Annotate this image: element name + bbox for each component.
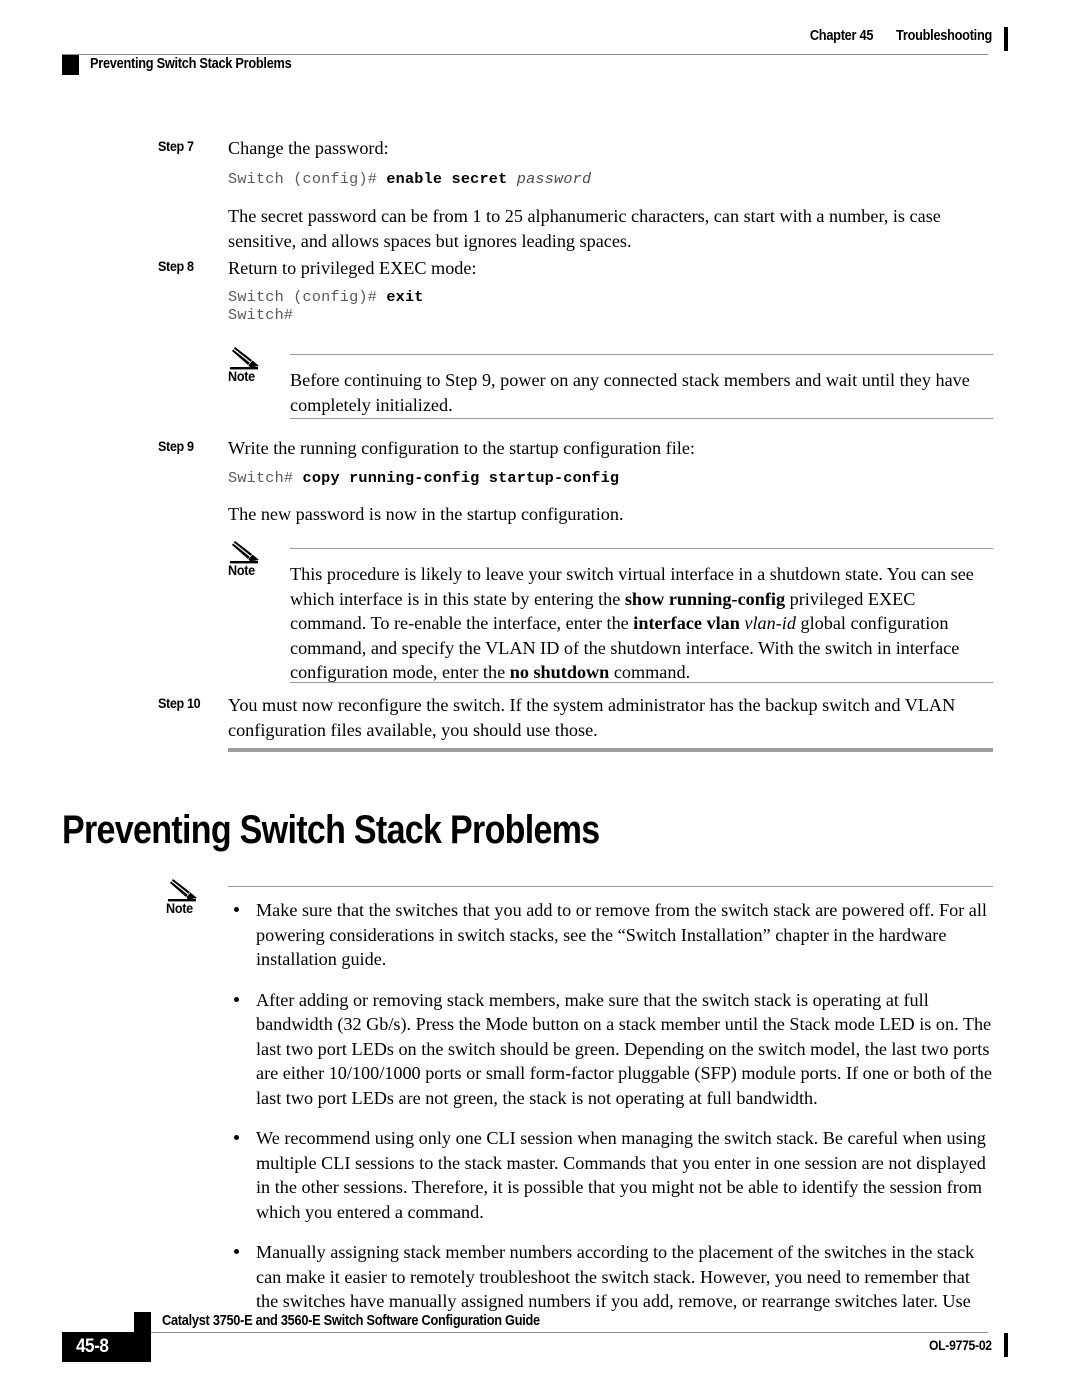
note-text-1: Before continuing to Step 9, power on an… — [290, 370, 970, 415]
code-command: exit — [386, 288, 424, 306]
bullet-dot-icon — [234, 1249, 239, 1254]
step-8-code-line-2: Switch# — [228, 306, 294, 324]
code-argument: password — [516, 170, 592, 188]
code-command: enable secret — [386, 170, 517, 188]
header-chapter: Chapter 45 — [809, 28, 874, 44]
note2-bold-no-shutdown: no shutdown — [509, 662, 610, 682]
footer-doc-number: OL-9775-02 — [929, 1338, 992, 1353]
step-7-code: Switch (config)# enable secret password — [228, 169, 591, 190]
document-page: Chapter 45 Troubleshooting Preventing Swi… — [0, 0, 1080, 1397]
step-8-text: Return to privileged EXEC mode: — [228, 258, 477, 278]
step-7-text: Change the password: — [228, 138, 389, 158]
footer-divider — [92, 1332, 988, 1333]
bullet-dot-icon — [234, 907, 239, 912]
note-bottom-divider-2 — [290, 682, 993, 683]
note-label-1: Note — [228, 368, 255, 384]
header-divider — [62, 54, 988, 55]
header-edge-tick — [1004, 27, 1008, 51]
note-bullet-list-3: Make sure that the switches that you add… — [228, 898, 993, 1314]
bullet-dot-icon — [234, 1135, 239, 1140]
step-7-explanation: The secret password can be from 1 to 25 … — [228, 206, 941, 251]
page-header: Chapter 45 Troubleshooting Preventing Swi… — [0, 27, 1080, 78]
list-item: Make sure that the switches that you add… — [228, 898, 993, 972]
note2-bold-show-running-config: show running-config — [624, 588, 786, 609]
note-label-2: Note — [228, 562, 255, 578]
page-footer: Catalyst 3750-E and 3560-E Switch Softwa… — [0, 1300, 1080, 1370]
note-top-divider-1 — [290, 354, 993, 355]
list-item-text: We recommend using only one CLI session … — [256, 1128, 986, 1222]
note-top-divider-2 — [290, 548, 993, 549]
list-item: After adding or removing stack members, … — [228, 988, 993, 1111]
footer-guide-title: Catalyst 3750-E and 3560-E Switch Softwa… — [162, 1313, 540, 1329]
note-text-2: This procedure is likely to leave your s… — [290, 562, 993, 685]
step-10-label: Step 10 — [158, 695, 201, 711]
footer-page-number: 45-8 — [76, 1336, 109, 1357]
note-label-3: Note — [166, 900, 193, 916]
page-title: Preventing Switch Stack Problems — [62, 808, 600, 852]
header-running-head: Preventing Switch Stack Problems — [90, 56, 292, 72]
note2-bold-interface-vlan: interface vlan — [633, 613, 740, 633]
code-prompt: Switch# — [228, 469, 303, 487]
header-bullet-square — [62, 55, 79, 75]
note2-italic-vlan-id: vlan-id — [739, 613, 796, 633]
note2-seg4: command. — [609, 662, 691, 682]
step-9-text: Write the running configuration to the s… — [228, 438, 695, 458]
step-9-code: Switch# copy running-config startup-conf… — [228, 468, 619, 489]
note-top-divider-3 — [228, 886, 993, 887]
bullet-dot-icon — [234, 996, 239, 1002]
code-prompt: Switch (config)# — [228, 288, 387, 306]
section-separator-rule — [228, 748, 993, 752]
header-chapter-info: Chapter 45 Troubleshooting — [810, 28, 992, 44]
step-8-label: Step 8 — [158, 258, 194, 274]
step-9-label: Step 9 — [158, 438, 194, 454]
list-item-text: After adding or removing stack members, … — [256, 989, 992, 1108]
step-10-text: You must now reconfigure the switch. If … — [228, 695, 956, 740]
footer-bullet-square — [134, 1312, 151, 1332]
step-9-explanation: The new password is now in the startup c… — [228, 504, 624, 524]
note-bottom-divider-1 — [290, 418, 993, 419]
code-prompt: Switch (config)# — [228, 170, 387, 188]
code-command: copy running-config startup-config — [302, 469, 620, 487]
header-section: Troubleshooting — [896, 28, 992, 44]
list-item: We recommend using only one CLI session … — [228, 1126, 993, 1224]
list-item-text: Make sure that the switches that you add… — [256, 900, 987, 969]
step-7-label: Step 7 — [158, 138, 194, 154]
footer-edge-tick — [1004, 1333, 1008, 1357]
